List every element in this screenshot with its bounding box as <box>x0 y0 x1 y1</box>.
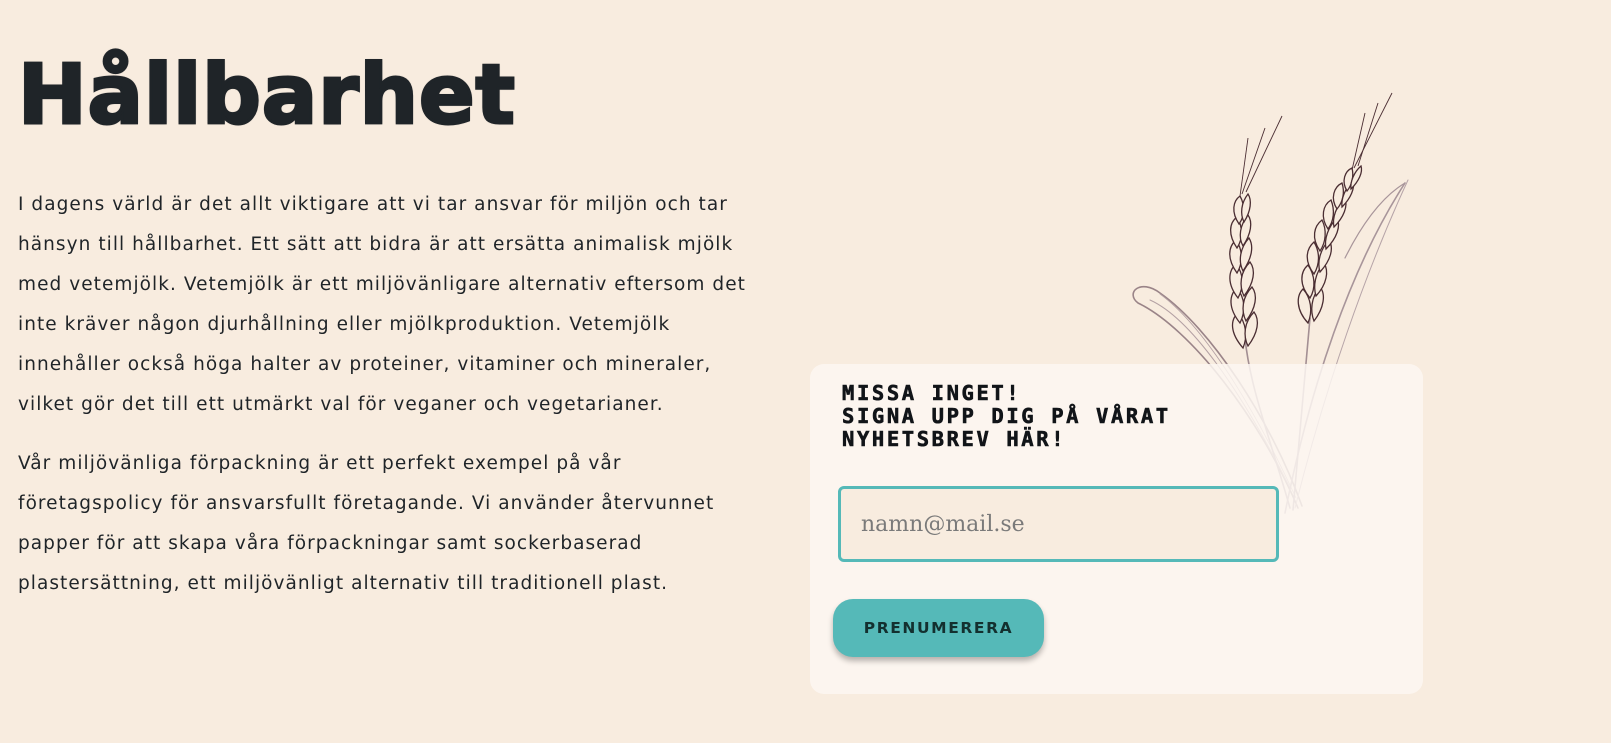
paragraph-intro: I dagens värld är det allt viktigare att… <box>18 194 746 415</box>
email-input[interactable] <box>838 486 1279 562</box>
newsletter-title-line: NYHETSBREV HÄR! <box>842 427 1067 451</box>
sustainability-text: I dagens värld är det allt viktigare att… <box>18 185 758 623</box>
newsletter-title-line: MISSA INGET! <box>842 381 1022 405</box>
paragraph-packaging: Vår miljövänliga förpackning är ett perf… <box>18 453 715 594</box>
newsletter-title-line: SIGNA UPP DIG PÅ VÅRAT <box>842 404 1171 428</box>
subscribe-button[interactable]: PRENUMERERA <box>833 599 1044 657</box>
newsletter-card: MISSA INGET! SIGNA UPP DIG PÅ VÅRAT NYHE… <box>810 364 1423 694</box>
page-title: Hållbarhet <box>17 48 517 143</box>
newsletter-title: MISSA INGET! SIGNA UPP DIG PÅ VÅRAT NYHE… <box>842 381 1171 451</box>
